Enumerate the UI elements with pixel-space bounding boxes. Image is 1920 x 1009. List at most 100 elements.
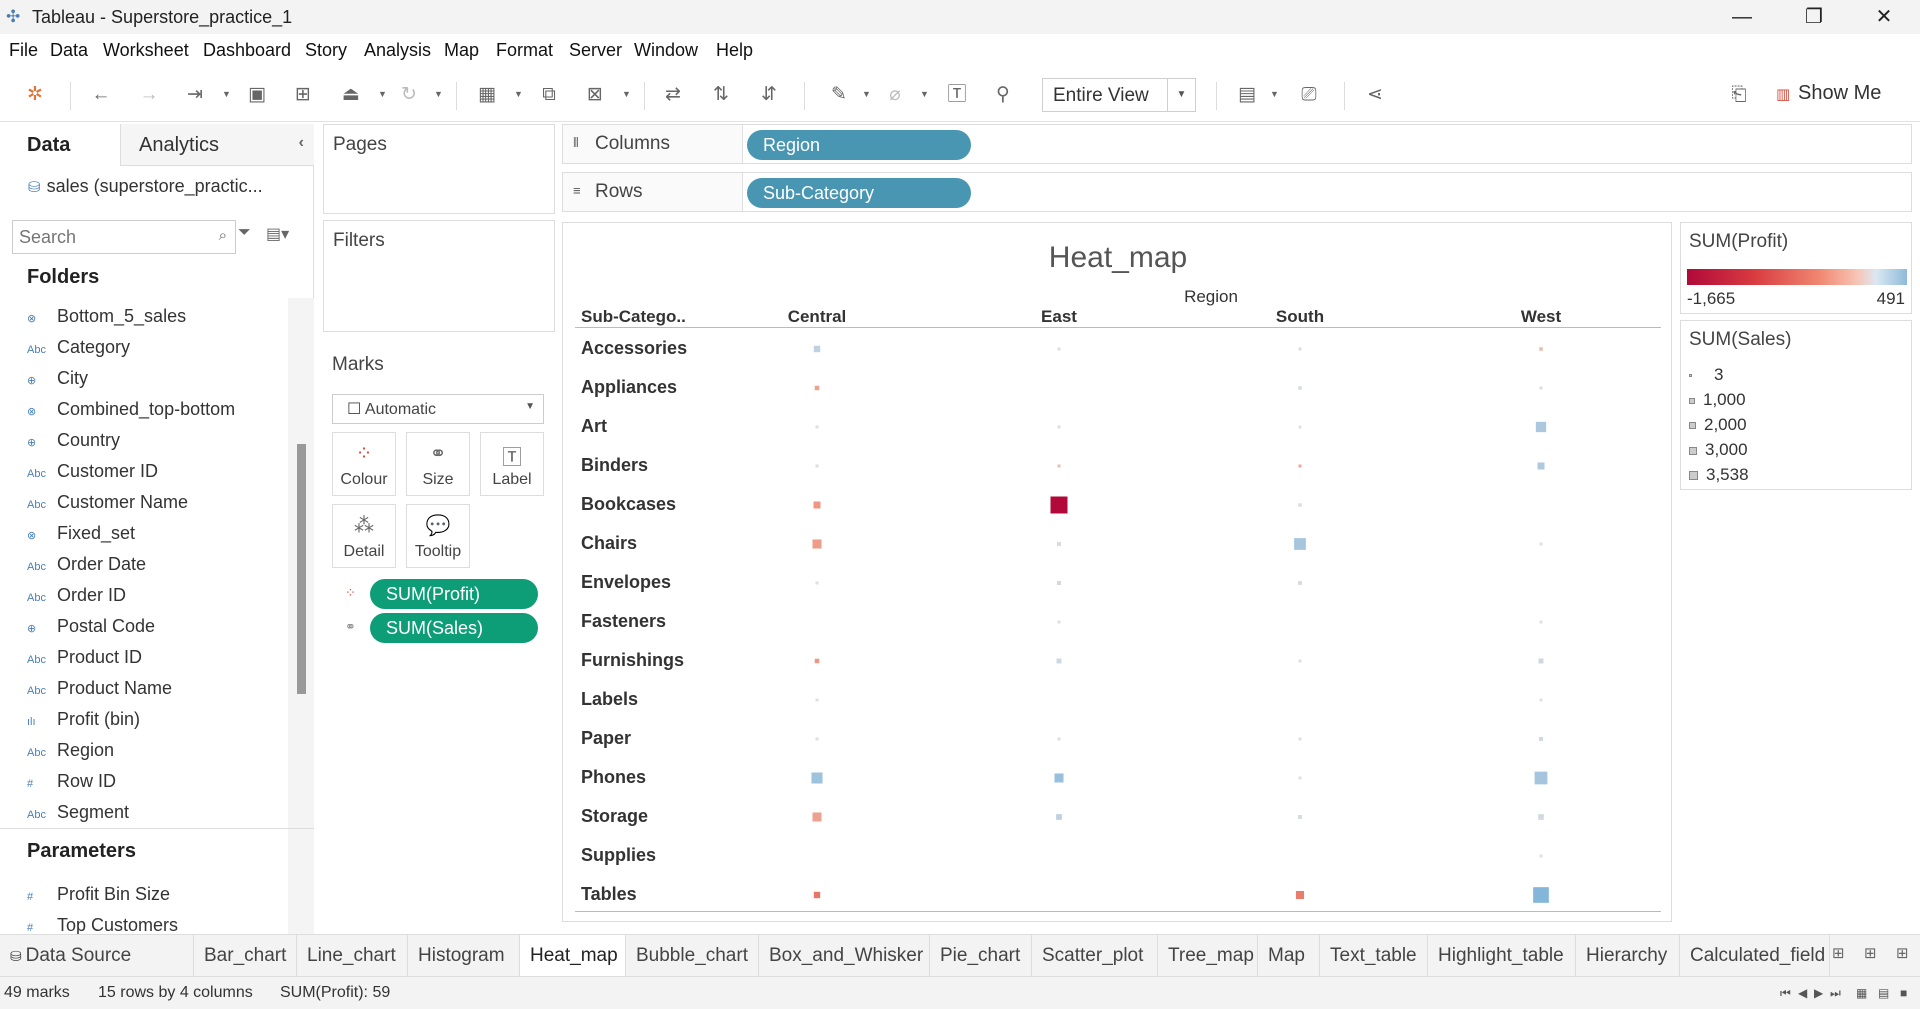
heatmap-mark[interactable] xyxy=(1539,386,1543,390)
heatmap-mark[interactable] xyxy=(1298,581,1302,585)
sales-pill[interactable]: SUM(Sales) xyxy=(370,613,538,643)
sheet-tab[interactable]: Scatter_plot xyxy=(1032,935,1158,977)
region-pill[interactable]: Region xyxy=(747,130,971,160)
viz-area[interactable]: Heat_map Region Sub-Catego.. Central East… xyxy=(562,222,1672,922)
new-story-tab-icon[interactable]: ⊞ xyxy=(1896,944,1909,962)
menu-window[interactable]: Window xyxy=(634,40,698,61)
field-item[interactable]: Abc Category xyxy=(27,337,130,365)
detail-button[interactable]: ⁂ Detail xyxy=(332,504,396,568)
tab-analytics[interactable]: Analytics ‹ xyxy=(120,124,314,166)
field-item[interactable]: Abc Customer ID xyxy=(27,461,158,489)
sheet-tab[interactable]: Histogram xyxy=(408,935,520,977)
heatmap-mark[interactable] xyxy=(1539,620,1543,624)
tabs-view-icon[interactable]: ■ xyxy=(1900,986,1907,1000)
colour-button[interactable]: ⁘ Colour xyxy=(332,432,396,496)
sales-legend[interactable]: SUM(Sales) 3 1,000 2,000 3,000 3,538 xyxy=(1680,320,1912,490)
fit-dropdown[interactable]: Entire View ▼ xyxy=(1042,78,1196,112)
heatmap-marks[interactable] xyxy=(563,223,1671,921)
columns-shelf[interactable]: ⦀ Columns Region xyxy=(562,124,1912,164)
heatmap-mark[interactable] xyxy=(1539,698,1543,702)
heatmap-mark[interactable] xyxy=(1294,538,1306,550)
show-mark-labels-icon[interactable]: 🅃 xyxy=(944,82,970,108)
sheet-tab[interactable]: Calculated_field xyxy=(1680,935,1830,977)
menu-worksheet[interactable]: Worksheet xyxy=(103,40,189,61)
heatmap-mark[interactable] xyxy=(1539,854,1543,858)
field-item[interactable]: ⊕ Postal Code xyxy=(27,616,155,644)
heatmap-mark[interactable] xyxy=(1056,658,1062,664)
heatmap-mark[interactable] xyxy=(1539,542,1543,546)
heatmap-mark[interactable] xyxy=(813,345,821,353)
field-item[interactable]: Abc Region xyxy=(27,740,114,768)
fix-axes-icon[interactable]: ⚲ xyxy=(990,82,1016,108)
heatmap-mark[interactable] xyxy=(1533,887,1549,903)
profit-legend[interactable]: SUM(Profit) -1,665 491 xyxy=(1680,222,1912,314)
heatmap-mark[interactable] xyxy=(1535,421,1547,433)
highlight-icon[interactable]: ✎ xyxy=(826,82,852,108)
chevron-down-icon[interactable]: ▼ xyxy=(622,90,631,99)
tab-data[interactable]: Data xyxy=(0,124,120,166)
undo-icon[interactable]: ← xyxy=(88,82,114,108)
tableau-home-icon[interactable]: ✲ xyxy=(22,82,48,108)
heatmap-mark[interactable] xyxy=(1538,658,1544,664)
previous-sheet-icon[interactable]: ◀ xyxy=(1798,986,1807,1000)
heatmap-mark[interactable] xyxy=(1057,464,1061,468)
heatmap-mark[interactable] xyxy=(815,737,819,741)
filter-icon[interactable]: ⏷ xyxy=(238,224,251,242)
size-legend-item[interactable]: 2,000 xyxy=(1689,415,1747,435)
chevron-down-icon[interactable]: ▼ xyxy=(1270,90,1279,99)
heatmap-mark[interactable] xyxy=(1538,814,1544,820)
heatmap-mark[interactable] xyxy=(815,698,819,702)
close-button[interactable]: ✕ xyxy=(1856,0,1912,34)
sheet-tab[interactable]: Hierarchy xyxy=(1576,935,1680,977)
chevron-down-icon[interactable]: ▼ xyxy=(862,90,871,99)
new-worksheet-icon[interactable]: ▦ xyxy=(474,82,500,108)
profit-pill[interactable]: SUM(Profit) xyxy=(370,579,538,609)
view-options-icon[interactable]: ▤▾ xyxy=(266,224,289,244)
tab-data-source[interactable]: ⛁ Data Source xyxy=(0,935,194,977)
field-item[interactable]: # Row ID xyxy=(27,771,116,799)
clear-sheet-icon[interactable]: ⊠ xyxy=(582,82,608,108)
size-legend-item[interactable]: 3,538 xyxy=(1689,465,1749,485)
heatmap-mark[interactable] xyxy=(1295,890,1305,900)
heatmap-mark[interactable] xyxy=(1297,814,1303,820)
minimize-button[interactable]: — xyxy=(1714,0,1770,34)
heatmap-mark[interactable] xyxy=(1057,620,1061,624)
heatmap-mark[interactable] xyxy=(1539,347,1543,351)
menu-format[interactable]: Format xyxy=(496,40,553,61)
sheet-tab[interactable]: Pie_chart xyxy=(930,935,1032,977)
size-legend-item[interactable]: 3,000 xyxy=(1689,440,1748,460)
heatmap-mark[interactable] xyxy=(1298,425,1302,429)
field-item[interactable]: Abc Product ID xyxy=(27,647,142,675)
format-painter-icon[interactable]: ⎗ xyxy=(1726,82,1752,108)
swap-rows-columns-icon[interactable]: ⇄ xyxy=(660,82,686,108)
chevron-down-icon[interactable]: ▼ xyxy=(514,90,523,99)
sheet-tab[interactable]: Text_table xyxy=(1320,935,1428,977)
pages-card[interactable]: Pages xyxy=(323,124,555,214)
heatmap-mark[interactable] xyxy=(812,812,822,822)
heatmap-mark[interactable] xyxy=(1056,580,1062,586)
label-button[interactable]: 🅃 Label xyxy=(480,432,544,496)
heatmap-mark[interactable] xyxy=(1054,773,1064,783)
menu-map[interactable]: Map xyxy=(444,40,479,61)
sheet-sorter-icon[interactable]: ▦ xyxy=(1856,986,1867,1000)
share-icon[interactable]: ⋖ xyxy=(1362,82,1388,108)
heatmap-mark[interactable] xyxy=(1298,347,1302,351)
duplicate-icon[interactable]: ⧉ xyxy=(536,82,562,108)
heatmap-mark[interactable] xyxy=(1050,496,1068,514)
menu-dashboard[interactable]: Dashboard xyxy=(203,40,291,61)
heatmap-mark[interactable] xyxy=(813,501,821,509)
menu-data[interactable]: Data xyxy=(50,40,88,61)
sheet-tab[interactable]: Bubble_chart xyxy=(626,935,759,977)
heatmap-mark[interactable] xyxy=(1056,541,1062,547)
heatmap-mark[interactable] xyxy=(1537,462,1545,470)
replay-icon[interactable]: ⇥ xyxy=(182,82,208,108)
group-members-icon[interactable]: ⌀ xyxy=(882,82,908,108)
field-item[interactable]: ⊕ City xyxy=(27,368,88,396)
heatmap-mark[interactable] xyxy=(815,581,819,585)
filmstrip-icon[interactable]: ▤ xyxy=(1878,986,1889,1000)
field-item[interactable]: Abc Customer Name xyxy=(27,492,188,520)
chevron-down-icon[interactable]: ▼ xyxy=(1167,79,1195,111)
heatmap-mark[interactable] xyxy=(1534,771,1548,785)
mark-type-dropdown[interactable]: ☐ Automatic ▼ xyxy=(332,394,544,424)
chevron-down-icon[interactable]: ▼ xyxy=(434,90,443,99)
